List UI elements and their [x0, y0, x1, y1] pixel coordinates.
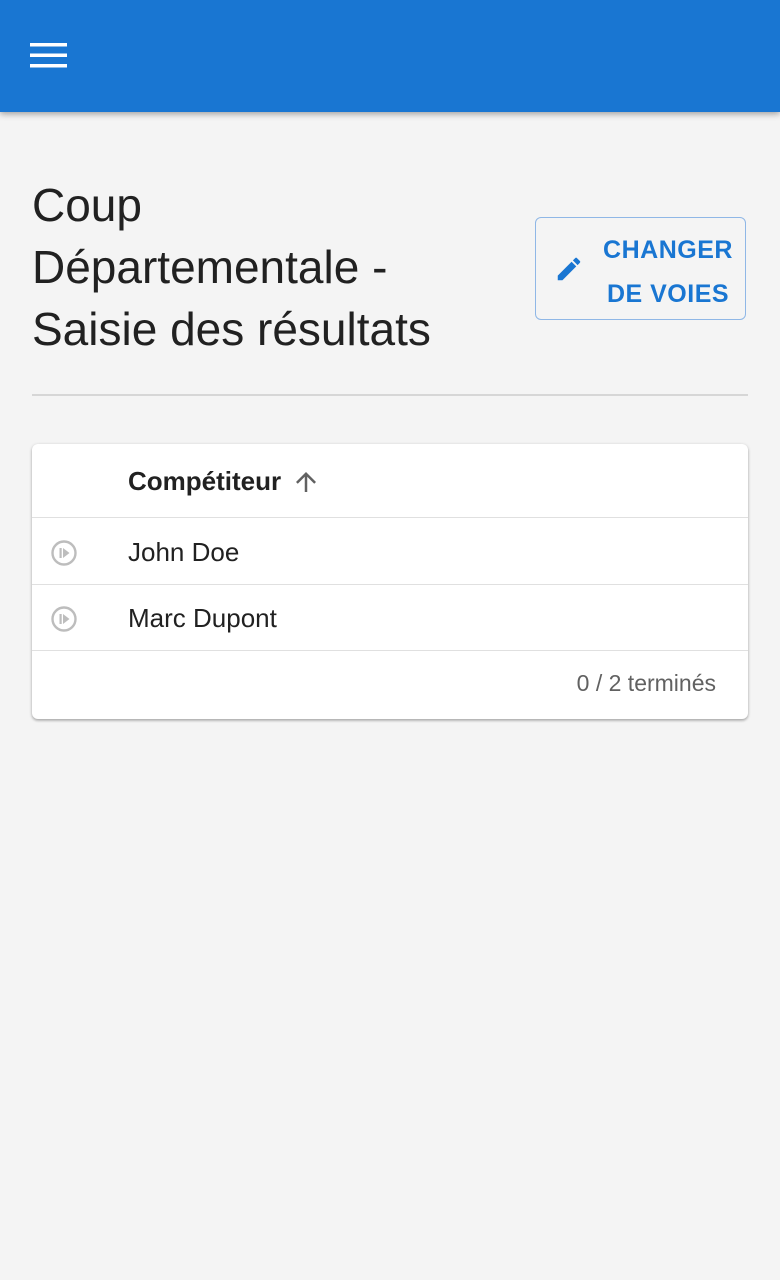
menu-button[interactable]	[18, 30, 78, 82]
column-header-label: Compétiteur	[128, 466, 282, 496]
table-header: Compétiteur	[32, 444, 748, 518]
play-circle-icon[interactable]	[50, 605, 78, 633]
pencil-icon	[557, 257, 581, 281]
competitor-name: Marc Dupont	[128, 603, 277, 633]
change-lanes-label-line: DE VOIES	[606, 280, 730, 308]
change-lanes-label-line: CHANGER	[603, 236, 733, 264]
page-title-line: Saisie des résultats	[32, 303, 431, 355]
table-row[interactable]: Marc Dupont	[32, 585, 748, 651]
page-title-line: Coup	[32, 179, 142, 231]
divider	[32, 394, 748, 396]
table-row[interactable]: John Doe	[32, 519, 748, 585]
arrow-up-icon	[296, 471, 317, 492]
completion-count: 0 / 2 terminés	[576, 670, 716, 696]
change-lanes-button[interactable]: CHANGER DE VOIES	[535, 217, 746, 320]
competitor-name: John Doe	[128, 537, 240, 567]
page-title: Coup Départementale - Saisie des résulta…	[32, 174, 502, 360]
app-bar	[0, 0, 780, 112]
competitors-table: Compétiteur John Doe Marc Dupont 0 / 2 t…	[32, 444, 748, 719]
page-title-line: Départementale -	[32, 241, 388, 293]
column-header-competitor[interactable]: Compétiteur	[128, 466, 321, 497]
change-lanes-label: CHANGER DE VOIES	[598, 228, 738, 316]
play-circle-icon[interactable]	[50, 539, 78, 567]
menu-icon	[30, 43, 67, 68]
